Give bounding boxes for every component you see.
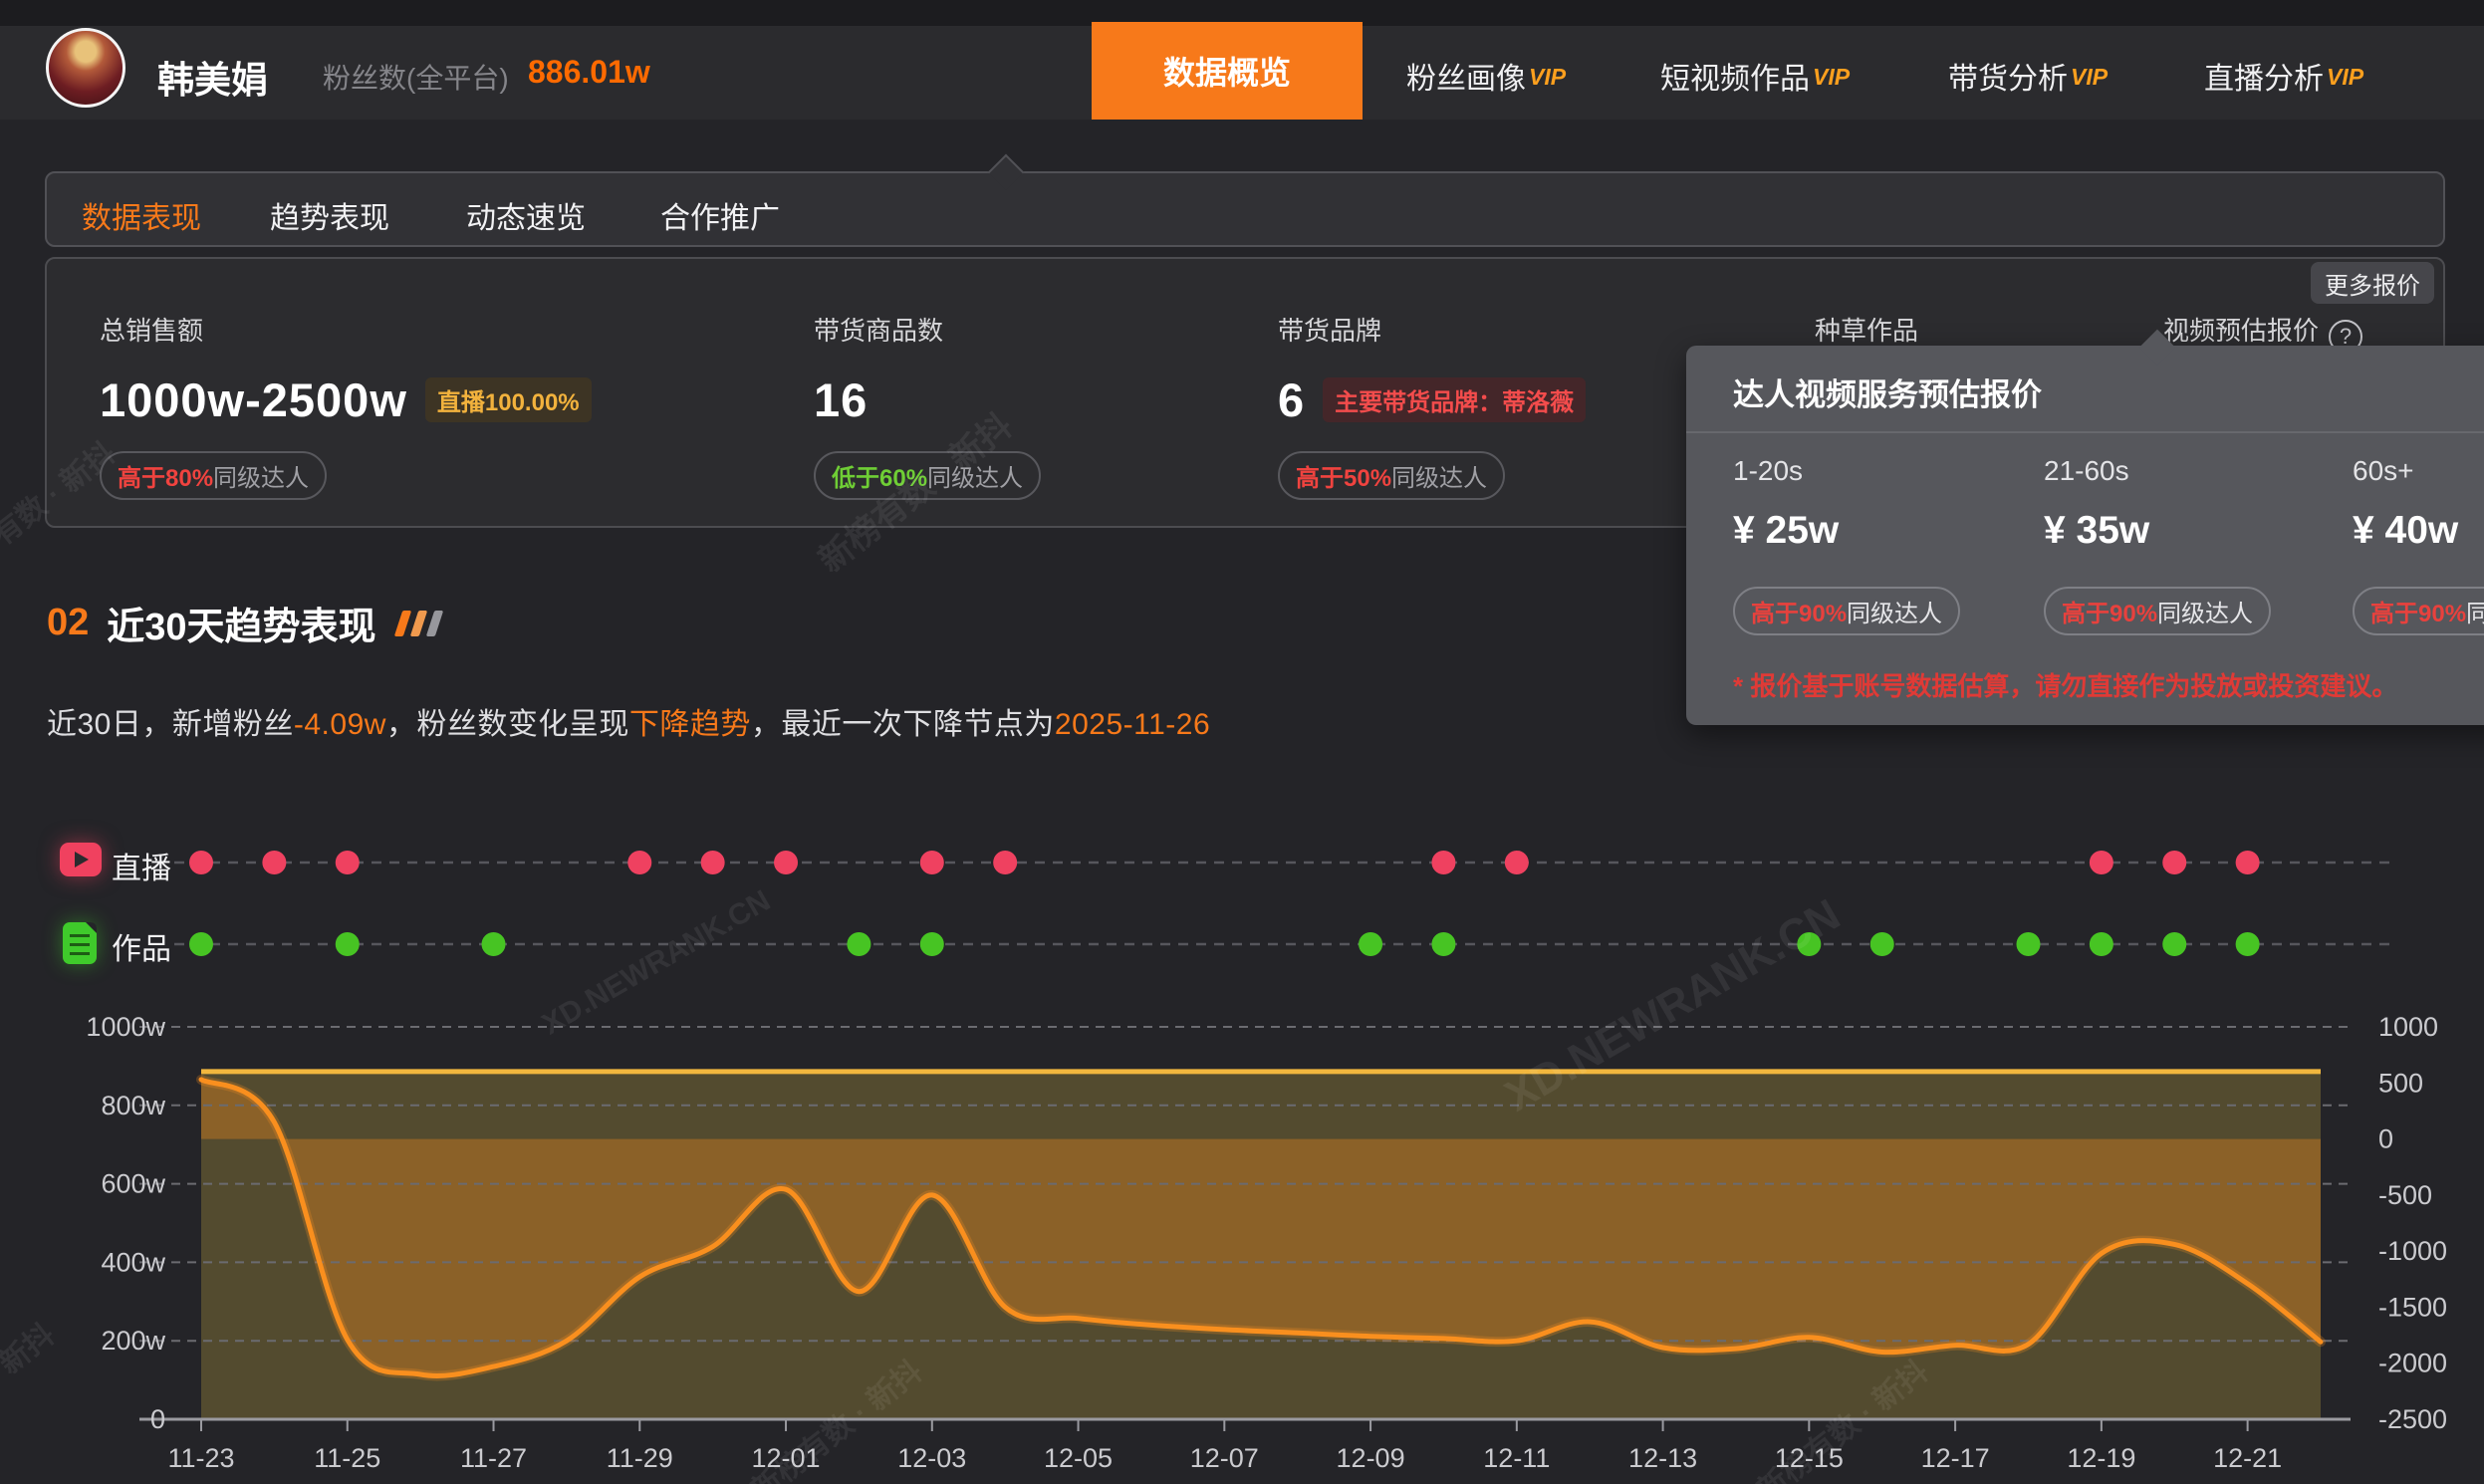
svg-text:11-27: 11-27 [460, 1443, 527, 1473]
quote-col-60s-plus: 60s+ ¥ 40w 高于90%同级达人 [2353, 455, 2484, 635]
svg-text:12-15: 12-15 [1775, 1443, 1844, 1473]
svg-text:500: 500 [2378, 1068, 2423, 1098]
svg-text:12-03: 12-03 [897, 1443, 966, 1473]
svg-text:-2000: -2000 [2378, 1349, 2447, 1378]
peer-compare-pill: 高于90%同级达人 [2044, 587, 2272, 635]
svg-text:11-29: 11-29 [607, 1443, 673, 1473]
popup-disclaimer: * 报价基于账号数据估算，请勿直接作为投放或投资建议。 [1733, 671, 2398, 701]
video-quote-popup: 达人视频服务预估报价 1-20s ¥ 25w 高于90% 同级达人 21-60s … [1686, 329, 2484, 725]
svg-text:12-09: 12-09 [1337, 1443, 1405, 1473]
svg-text:0: 0 [150, 1404, 165, 1434]
popup-title: 达人视频服务预估报价 [1733, 377, 2042, 412]
svg-text:0: 0 [2378, 1124, 2393, 1154]
svg-text:400w: 400w [101, 1247, 165, 1277]
svg-text:-1000: -1000 [2378, 1236, 2447, 1266]
svg-text:12-01: 12-01 [752, 1443, 821, 1473]
svg-text:800w: 800w [101, 1091, 165, 1120]
svg-text:1000: 1000 [2378, 1012, 2438, 1042]
svg-text:-1500: -1500 [2378, 1292, 2447, 1322]
svg-text:-500: -500 [2378, 1180, 2432, 1210]
analytics-dashboard: 韩美娟 粉丝数(全平台) 886.01w 数据概览 粉丝画像 VIP 短视频作品 V… [0, 0, 2484, 1484]
svg-text:600w: 600w [101, 1169, 165, 1199]
quote-col-1-20s: 1-20s ¥ 25w 高于90% 同级达人 [1733, 455, 1961, 635]
svg-text:12-17: 12-17 [1921, 1443, 1990, 1473]
svg-text:12-21: 12-21 [2213, 1443, 2282, 1473]
svg-text:11-23: 11-23 [167, 1443, 234, 1473]
svg-text:12-19: 12-19 [2067, 1443, 2135, 1473]
peer-compare-pill: 高于90%同级达人 [1733, 587, 1961, 635]
peer-compare-pill: 高于90%同级达人 [2353, 587, 2484, 635]
divider [1686, 431, 2484, 433]
trend-chart[interactable]: 11-23 11-25 11-27 11-29 12-01 12-03 12-05 12-07… [0, 0, 2484, 1484]
svg-text:12-11: 12-11 [1483, 1443, 1550, 1473]
quote-col-21-60s: 21-60s ¥ 35w 高于90% 同级达人 [2044, 455, 2272, 635]
svg-text:11-25: 11-25 [314, 1443, 380, 1473]
svg-text:1000w: 1000w [86, 1012, 165, 1042]
svg-text:12-13: 12-13 [1628, 1443, 1697, 1473]
svg-text:-2500: -2500 [2378, 1404, 2447, 1434]
svg-text:200w: 200w [101, 1326, 165, 1356]
svg-text:12-07: 12-07 [1190, 1443, 1259, 1473]
svg-text:12-05: 12-05 [1044, 1443, 1113, 1473]
